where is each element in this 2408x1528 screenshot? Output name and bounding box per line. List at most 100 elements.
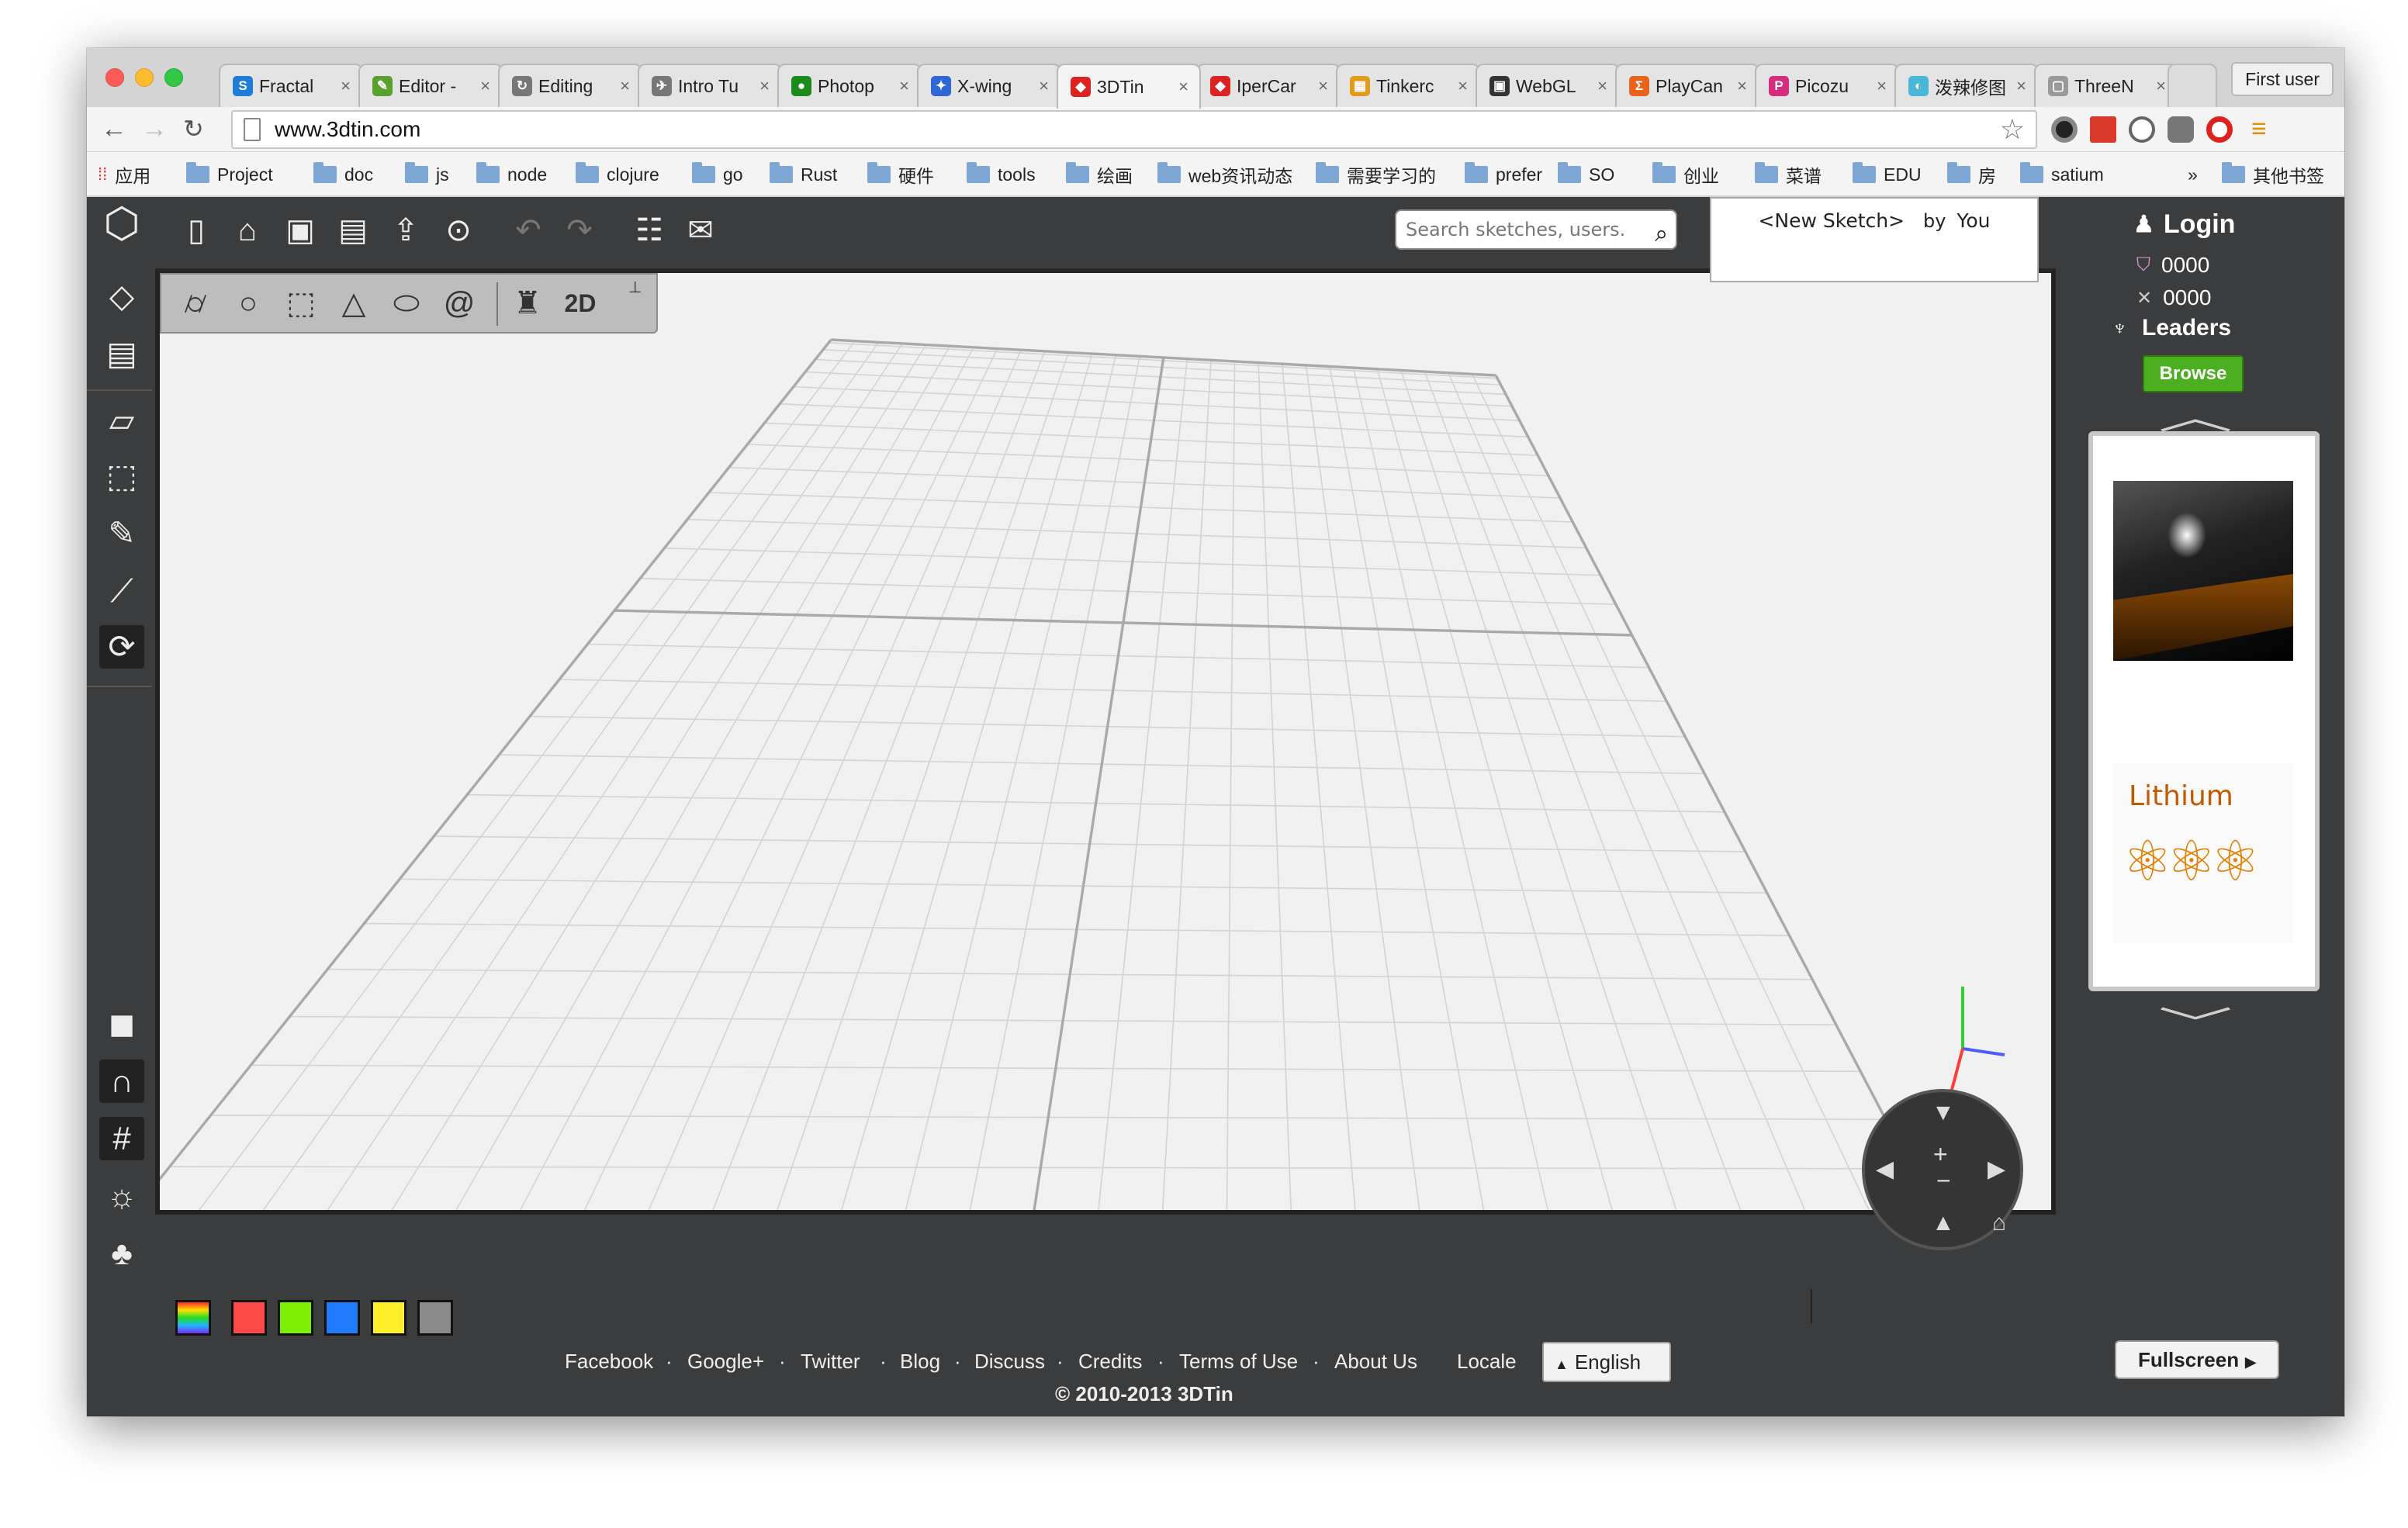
footer-link[interactable]: Terms of Use	[1179, 1350, 1298, 1374]
tab-5[interactable]: ✦ X-wing ×	[917, 64, 1061, 107]
language-select[interactable]: ▲ English	[1542, 1342, 1671, 1382]
bookmark-item[interactable]: clojure	[576, 162, 659, 186]
leaders-link[interactable]: ♆ Leaders	[2112, 315, 2231, 341]
tab-close-icon[interactable]: ×	[1458, 76, 1468, 96]
pan-right-icon[interactable]: ▶	[1988, 1156, 2005, 1183]
grid-icon[interactable]: #	[99, 1117, 144, 1160]
extension-book-icon[interactable]	[2090, 116, 2116, 143]
bookmark-other[interactable]: 其他书签	[2222, 162, 2324, 186]
extension-opera-icon[interactable]	[2206, 116, 2233, 143]
bookmark-item[interactable]: web资讯动态	[1157, 162, 1292, 186]
footer-link[interactable]: Twitter	[801, 1350, 860, 1374]
tab-close-icon[interactable]: ×	[1877, 76, 1887, 96]
tab-close-icon[interactable]: ×	[1318, 76, 1328, 96]
maximize-window-button[interactable]	[164, 68, 183, 87]
tab-0[interactable]: S Fractal ×	[219, 64, 363, 107]
save-icon[interactable]: ▣	[278, 208, 323, 253]
tab-close-icon[interactable]: ×	[1039, 76, 1049, 96]
pan-left-icon[interactable]: ◀	[1876, 1156, 1894, 1183]
fullscreen-button[interactable]: Fullscreen ▶	[2115, 1340, 2279, 1379]
bookmarks-more-icon[interactable]: »	[2188, 163, 2198, 186]
tab-close-icon[interactable]: ×	[341, 76, 351, 96]
bookmark-item[interactable]: satium	[2020, 162, 2104, 186]
tab-2[interactable]: ↻ Editing ×	[498, 64, 642, 107]
color-swatch[interactable]	[371, 1300, 407, 1336]
bookmark-item[interactable]: 需要学习的	[1316, 162, 1436, 186]
cone-icon[interactable]: △	[334, 282, 374, 324]
bookmark-item[interactable]: js	[405, 162, 449, 186]
camera-icon[interactable]: ⊙	[436, 208, 481, 253]
profile-button[interactable]: First user	[2231, 62, 2334, 96]
tab-7[interactable]: ◆ IperCar ×	[1196, 64, 1341, 107]
puzzle-icon[interactable]: ♜	[507, 282, 548, 324]
tab-close-icon[interactable]: ×	[480, 76, 490, 96]
tab-close-icon[interactable]: ×	[759, 76, 770, 96]
bookmark-item[interactable]: Rust	[770, 162, 837, 186]
sphere-icon[interactable]: ○	[228, 282, 268, 324]
tab-close-icon[interactable]: ×	[620, 76, 630, 96]
color-swatch[interactable]	[231, 1300, 267, 1336]
bookmark-item[interactable]: 绘画	[1066, 162, 1133, 186]
bookmark-item[interactable]: EDU	[1853, 162, 1922, 186]
pin-icon[interactable]: ⊥	[628, 278, 642, 297]
minimize-window-button[interactable]	[135, 68, 154, 87]
bookmark-item[interactable]: tools	[967, 162, 1036, 186]
community-icon[interactable]: ☷	[627, 208, 672, 253]
tab-4[interactable]: ● Photop ×	[777, 64, 922, 107]
bookmark-item[interactable]: node	[476, 162, 547, 186]
palette-rainbow[interactable]	[175, 1300, 211, 1336]
footer-link[interactable]: Discuss	[974, 1350, 1045, 1374]
tab-close-icon[interactable]: ×	[899, 76, 909, 96]
rotate-view-icon[interactable]: ⟳	[99, 625, 144, 669]
home-view-icon[interactable]: ⌂	[1992, 1210, 2006, 1236]
logo-cube-icon[interactable]: ⬡	[99, 202, 144, 245]
tilt-up-icon[interactable]: ▼	[1932, 1100, 1955, 1126]
light-icon[interactable]: ☼	[99, 1174, 144, 1218]
tab-6[interactable]: ◆ 3DTin ×	[1057, 64, 1201, 109]
tab-1[interactable]: ✎ Editor - ×	[358, 64, 503, 107]
tab-close-icon[interactable]: ×	[2156, 76, 2166, 96]
tab-close-icon[interactable]: ×	[2016, 76, 2026, 96]
sketch-name[interactable]: <New Sketch>	[1758, 209, 1905, 232]
text-shape-icon[interactable]: @	[439, 282, 479, 324]
select-region-icon[interactable]: ⬚	[99, 455, 144, 498]
footer-link[interactable]: Google+	[687, 1350, 764, 1374]
close-window-button[interactable]	[106, 68, 124, 87]
extension-pocket-icon[interactable]	[2168, 116, 2194, 143]
login-button[interactable]: ♟ Login	[2133, 209, 2235, 240]
footer-link[interactable]: Blog	[900, 1350, 940, 1374]
bookmark-item[interactable]: 硬件	[867, 162, 934, 186]
eraser-icon[interactable]: ▱	[99, 399, 144, 442]
zoom-in-icon[interactable]: +	[1933, 1140, 1948, 1169]
color-swatch[interactable]	[278, 1300, 313, 1336]
redo-icon[interactable]: ↷	[557, 208, 602, 253]
tab-close-icon[interactable]: ×	[1178, 77, 1188, 97]
undo-icon[interactable]: ↶	[506, 208, 551, 253]
bookmark-item[interactable]: Project	[186, 162, 273, 186]
tab-12[interactable]: ◐ 泼辣修图 ×	[1894, 64, 2039, 107]
upload-icon[interactable]: ⇪	[383, 208, 428, 253]
tab-13[interactable]: ▢ ThreeN ×	[2034, 64, 2178, 107]
save-as-icon[interactable]: ▤	[330, 208, 375, 253]
magnet-icon[interactable]: ∩	[99, 1060, 144, 1103]
camera-navigator[interactable]: ▼ ◀ ▶ + − ▲ ⌂	[1862, 1089, 2023, 1250]
ground-grid[interactable]	[160, 273, 2051, 1210]
back-icon[interactable]: ←	[101, 113, 127, 144]
bookmark-item[interactable]: 房	[1947, 162, 1996, 186]
3d-viewport[interactable]: ⌭ ○ ⬚ △ ⬭ @ ♜ 2D ⊥	[155, 268, 2056, 1215]
tab-9[interactable]: ▣ WebGL ×	[1476, 64, 1620, 107]
footer-link[interactable]: About Us	[1334, 1350, 1417, 1374]
zoom-out-icon[interactable]: −	[1936, 1167, 1951, 1195]
tab-close-icon[interactable]: ×	[1597, 76, 1607, 96]
extension-sync-icon[interactable]	[2129, 116, 2155, 143]
brush-icon[interactable]: ✎	[99, 512, 144, 555]
layers-icon[interactable]: ▤	[99, 332, 144, 375]
thumbnail-room[interactable]	[2113, 481, 2293, 661]
add-shape-icon[interactable]: ◇	[99, 275, 144, 318]
browse-button[interactable]: Browse	[2143, 355, 2244, 392]
tab-close-icon[interactable]: ×	[1737, 76, 1747, 96]
club-icon[interactable]: ♣	[99, 1232, 144, 1275]
forward-icon[interactable]: →	[141, 113, 168, 144]
2d-mode-button[interactable]: 2D	[560, 282, 600, 324]
torus-icon[interactable]: ⬭	[386, 282, 427, 324]
